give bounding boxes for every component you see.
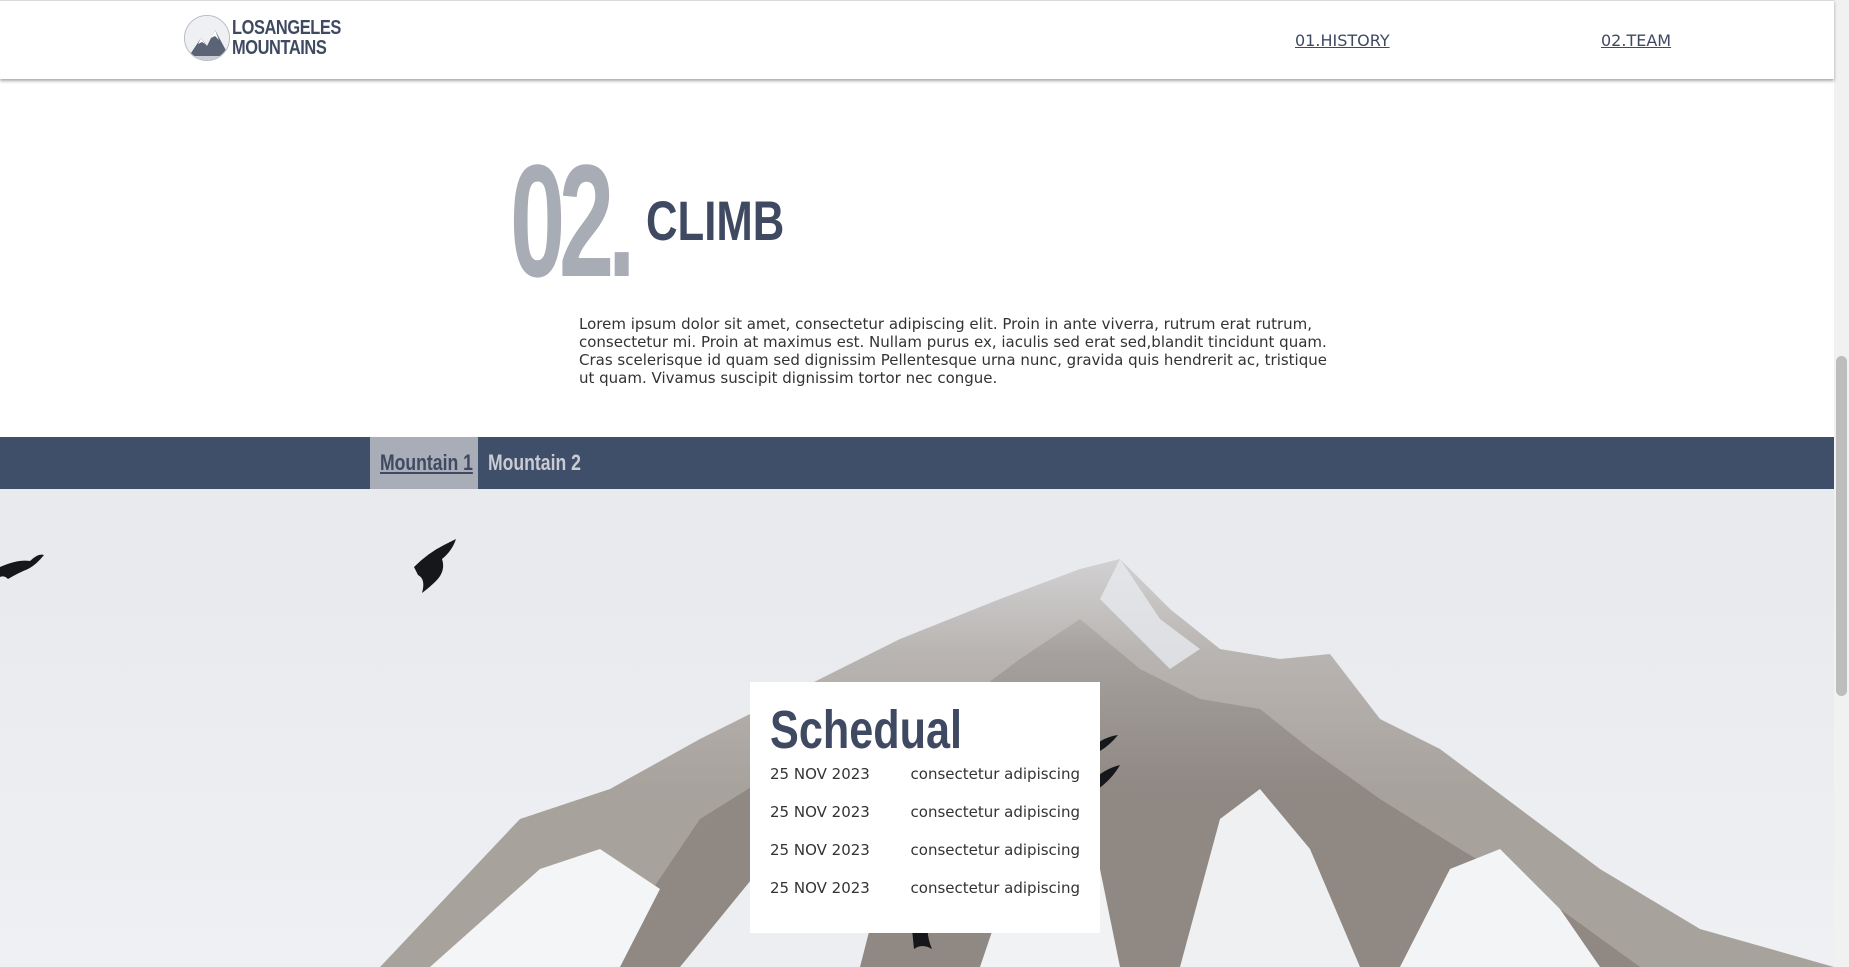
- logo-text: LOSANGELES MOUNTAINS: [232, 18, 341, 58]
- site-header: LOSANGELES MOUNTAINS 01.HISTORY 02.TEAM: [0, 0, 1834, 79]
- tab-mountain-2-label: Mountain 2: [488, 450, 581, 475]
- schedule-row: 25 NOV 2023 consectetur adipiscing: [770, 874, 1080, 902]
- nav-link-team[interactable]: 02.TEAM: [1601, 31, 1671, 50]
- schedule-text: consectetur adipiscing: [910, 765, 1080, 783]
- tab-mountain-1[interactable]: Mountain 1: [370, 437, 478, 489]
- section-number: 02.: [510, 131, 636, 310]
- logo-link[interactable]: LOSANGELES MOUNTAINS: [184, 15, 365, 61]
- schedule-text: consectetur adipiscing: [910, 803, 1080, 821]
- schedule-date: 25 NOV 2023: [770, 803, 870, 821]
- logo-line-2: MOUNTAINS: [232, 37, 327, 59]
- schedule-row: 25 NOV 2023 consectetur adipiscing: [770, 760, 1080, 788]
- scrollbar-thumb[interactable]: [1836, 356, 1847, 696]
- schedule-row: 25 NOV 2023 consectetur adipiscing: [770, 836, 1080, 864]
- mountain-tabbar: Mountain 1 Mountain 2: [0, 437, 1834, 489]
- page-scrollbar[interactable]: [1834, 0, 1849, 967]
- schedule-card: Schedual 25 NOV 2023 consectetur adipisc…: [750, 682, 1100, 933]
- schedule-date: 25 NOV 2023: [770, 841, 870, 859]
- logo-line-1: LOSANGELES: [232, 17, 341, 39]
- section-title: CLIMB: [646, 189, 785, 252]
- schedule-row: 25 NOV 2023 consectetur adipiscing: [770, 798, 1080, 826]
- tab-mountain-2[interactable]: Mountain 2: [478, 437, 598, 489]
- section-body-text: Lorem ipsum dolor sit amet, consectetur …: [579, 315, 1327, 387]
- nav-link-history[interactable]: 01.HISTORY: [1295, 31, 1390, 50]
- schedule-date: 25 NOV 2023: [770, 879, 870, 897]
- schedule-list: 25 NOV 2023 consectetur adipiscing 25 NO…: [770, 760, 1080, 902]
- page: LOSANGELES MOUNTAINS 01.HISTORY 02.TEAM …: [0, 0, 1849, 967]
- schedule-title: Schedual: [770, 700, 963, 760]
- tab-mountain-1-label: Mountain 1: [380, 450, 473, 475]
- schedule-text: consectetur adipiscing: [910, 879, 1080, 897]
- schedule-date: 25 NOV 2023: [770, 765, 870, 783]
- schedule-text: consectetur adipiscing: [910, 841, 1080, 859]
- mountain-logo-icon: [184, 15, 230, 61]
